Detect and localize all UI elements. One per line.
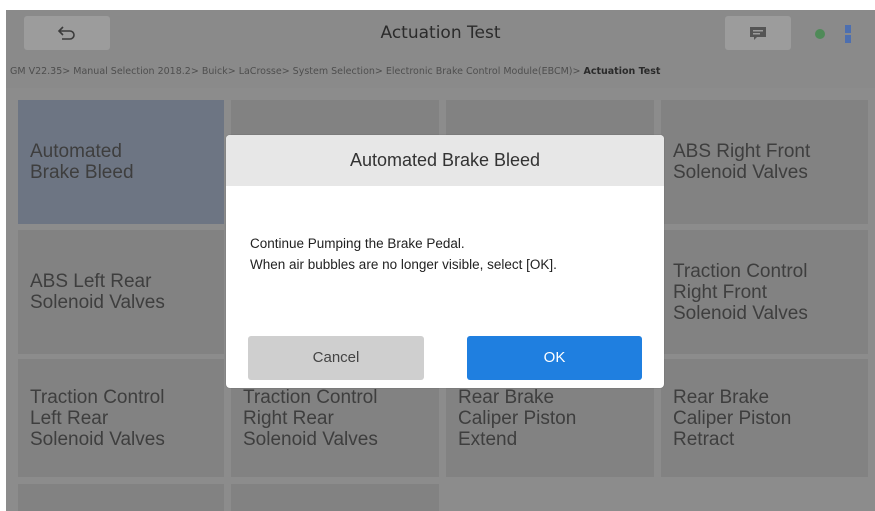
dialog-message-line-1: Continue Pumping the Brake Pedal. xyxy=(250,236,465,251)
tile-label: Right Rear xyxy=(243,407,334,429)
top-bar: Actuation Test xyxy=(6,10,875,56)
chat-icon xyxy=(750,27,766,40)
tile-label: Traction Control xyxy=(30,386,165,408)
tile-label: Solenoid Valves xyxy=(243,428,378,450)
tile-label: Caliper Piston xyxy=(458,407,577,429)
status-icons xyxy=(812,22,872,46)
tile-partial-1[interactable] xyxy=(18,484,224,511)
cancel-button[interactable]: Cancel xyxy=(248,336,424,380)
tile-label: Solenoid Valves xyxy=(673,302,808,324)
tile-abs-right-front[interactable]: ABS Right Front Solenoid Valves xyxy=(661,100,868,224)
vci-connection-icon xyxy=(845,25,851,43)
tile-label: Traction Control xyxy=(243,386,378,408)
chat-button[interactable] xyxy=(725,16,791,50)
tile-rear-caliper-retract[interactable]: Rear Brake Caliper Piston Retract xyxy=(661,359,868,477)
tile-label: ABS Left Rear xyxy=(30,271,152,292)
tile-label: Solenoid Valves xyxy=(673,162,808,183)
tile-label: ABS Right Front xyxy=(673,141,811,162)
tile-automated-brake-bleed[interactable]: Automated Brake Bleed xyxy=(18,100,224,224)
tile-label: Left Rear xyxy=(30,407,109,429)
tile-tc-right-front[interactable]: Traction Control Right Front Solenoid Valv… xyxy=(661,230,868,354)
automated-brake-bleed-dialog: Automated Brake Bleed Continue Pumping t… xyxy=(226,135,664,388)
tile-partial-2[interactable] xyxy=(231,484,439,511)
tile-label: Solenoid Valves xyxy=(30,428,165,450)
dialog-title: Automated Brake Bleed xyxy=(226,135,664,186)
tile-label: Solenoid Valves xyxy=(30,292,165,313)
tile-label: Retract xyxy=(673,428,735,450)
tile-label: Caliper Piston xyxy=(673,407,792,429)
tile-label: Automated xyxy=(30,141,122,162)
tile-label: Brake Bleed xyxy=(30,162,134,183)
tile-label: Extend xyxy=(458,428,518,450)
tile-label: Rear Brake xyxy=(673,386,770,408)
tile-tc-left-rear[interactable]: Traction Control Left Rear Solenoid Valves xyxy=(18,359,224,477)
breadcrumb: GM V22.35> Manual Selection 2018.2> Buic… xyxy=(6,56,875,88)
breadcrumb-path: GM V22.35> Manual Selection 2018.2> Buic… xyxy=(10,66,584,77)
ok-button[interactable]: OK xyxy=(467,336,642,380)
breadcrumb-current: Actuation Test xyxy=(583,66,661,77)
wifi-status-icon xyxy=(815,29,825,39)
dialog-message: Continue Pumping the Brake Pedal. When a… xyxy=(250,233,650,275)
dialog-message-line-2: When air bubbles are no longer visible, … xyxy=(250,257,557,272)
tile-label: Traction Control xyxy=(673,260,808,282)
tile-abs-left-rear[interactable]: ABS Left Rear Solenoid Valves xyxy=(18,230,224,354)
tile-label: Rear Brake xyxy=(458,386,555,408)
tile-label: Right Front xyxy=(673,281,767,303)
